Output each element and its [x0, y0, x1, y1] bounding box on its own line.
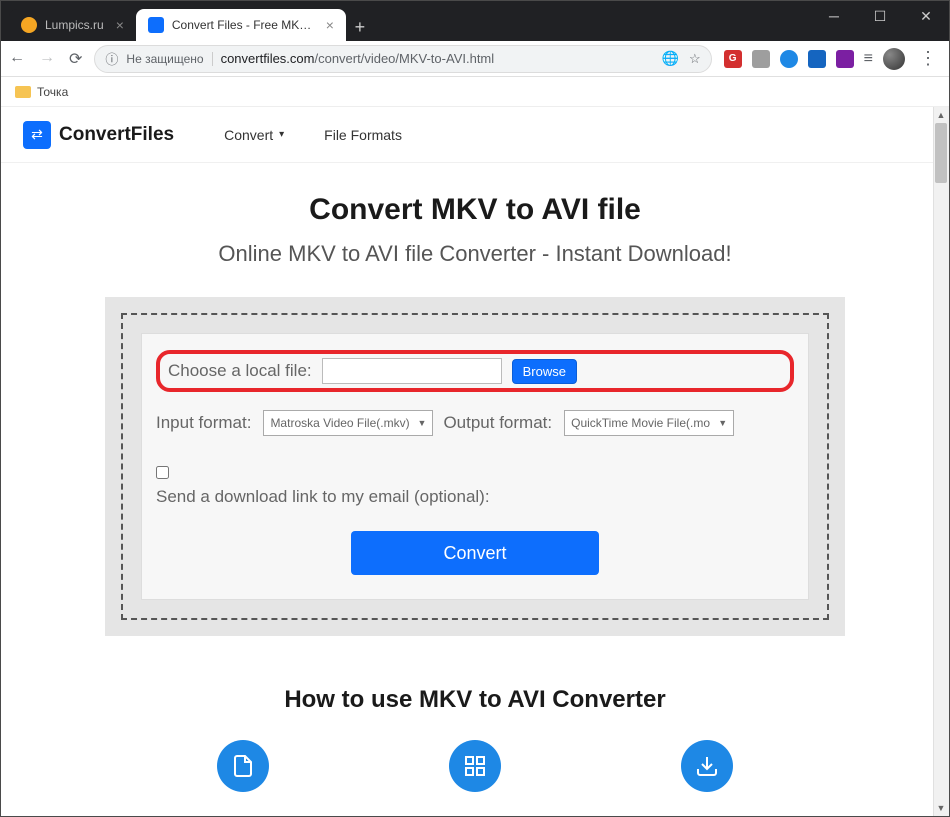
step-grid-icon: [449, 740, 501, 792]
close-icon[interactable]: ×: [116, 17, 124, 33]
choose-file-label: Choose a local file:: [168, 361, 312, 381]
chevron-down-icon: ▼: [718, 418, 727, 428]
star-icon[interactable]: ☆: [689, 51, 701, 67]
converter-container: Choose a local file: Browse Input format…: [105, 297, 845, 636]
site-logo[interactable]: ⇄ ConvertFiles: [23, 121, 174, 149]
reload-button[interactable]: ⟳: [69, 49, 82, 69]
output-format-label: Output format:: [443, 413, 552, 433]
address-bar[interactable]: ⓘ Не защищено convertfiles.com/convert/v…: [94, 45, 711, 73]
close-window-button[interactable]: ✕: [903, 1, 949, 31]
email-checkbox[interactable]: [156, 466, 169, 479]
url-text: convertfiles.com/convert/video/MKV-to-AV…: [221, 51, 495, 66]
tab-title: Convert Files - Free MKV to AVI c: [172, 18, 314, 32]
back-button[interactable]: ←: [9, 49, 25, 69]
close-icon[interactable]: ×: [326, 17, 334, 33]
page-title: Convert MKV to AVI file: [1, 193, 949, 227]
favicon-icon: [148, 17, 164, 33]
input-format-label: Input format:: [156, 413, 251, 433]
input-format-select[interactable]: Matroska Video File(.mkv) ▼: [263, 410, 433, 436]
info-icon: ⓘ: [105, 49, 118, 68]
step-download-icon: [681, 740, 733, 792]
extension-icon[interactable]: [780, 50, 798, 68]
scroll-up-icon[interactable]: ▲: [933, 107, 949, 123]
favicon-icon: [21, 17, 37, 33]
output-format-select[interactable]: QuickTime Movie File(.mo ▼: [564, 410, 734, 436]
extension-icon[interactable]: [836, 50, 854, 68]
email-option-label: Send a download link to my email (option…: [156, 487, 794, 507]
new-tab-button[interactable]: +: [346, 13, 374, 41]
maximize-button[interactable]: ☐: [857, 1, 903, 31]
extension-icon[interactable]: [752, 50, 770, 68]
security-label: Не защищено: [126, 52, 212, 66]
minimize-button[interactable]: ─: [811, 1, 857, 31]
profile-avatar[interactable]: [883, 48, 905, 70]
choose-file-row: Choose a local file: Browse: [156, 350, 794, 392]
forward-button[interactable]: →: [39, 49, 55, 69]
extension-icon[interactable]: [808, 50, 826, 68]
logo-text: ConvertFiles: [59, 124, 174, 146]
page-subtitle: Online MKV to AVI file Converter - Insta…: [1, 241, 949, 267]
bookmark-item[interactable]: Точка: [37, 85, 68, 99]
browser-tab-inactive[interactable]: Lumpics.ru ×: [9, 9, 136, 41]
extension-icon[interactable]: G: [724, 50, 742, 68]
folder-icon: [15, 86, 31, 98]
scrollbar[interactable]: ▲ ▼: [933, 107, 949, 816]
howto-title: How to use MKV to AVI Converter: [1, 686, 949, 714]
playlist-icon[interactable]: ≡: [864, 50, 873, 68]
convert-button[interactable]: Convert: [351, 531, 599, 575]
nav-convert[interactable]: Convert ▾: [224, 127, 284, 143]
step-file-icon: [217, 740, 269, 792]
browser-tab-active[interactable]: Convert Files - Free MKV to AVI c ×: [136, 9, 346, 41]
chevron-down-icon: ▾: [279, 129, 284, 140]
chevron-down-icon: ▼: [418, 418, 427, 428]
tab-title: Lumpics.ru: [45, 18, 104, 32]
file-path-input[interactable]: [322, 358, 502, 384]
translate-icon[interactable]: 🌐: [662, 50, 679, 67]
nav-file-formats[interactable]: File Formats: [324, 127, 402, 143]
logo-icon: ⇄: [23, 121, 51, 149]
browse-button[interactable]: Browse: [512, 359, 577, 384]
scroll-down-icon[interactable]: ▼: [933, 800, 949, 816]
scrollbar-thumb[interactable]: [935, 123, 947, 183]
chrome-menu-button[interactable]: ⋮: [915, 48, 941, 69]
